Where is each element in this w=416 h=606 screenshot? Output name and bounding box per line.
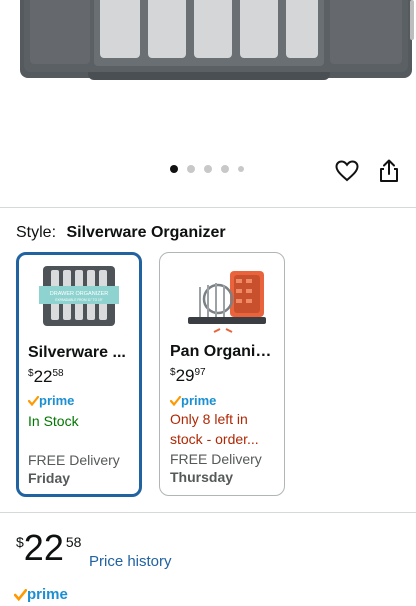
option-price: $2258 xyxy=(28,367,64,387)
carousel-dot[interactable] xyxy=(238,166,244,172)
option-price: $2997 xyxy=(170,366,206,386)
pan-organizer-thumbnail xyxy=(188,271,266,333)
price-fraction: 97 xyxy=(194,367,206,378)
prime-label: prime xyxy=(27,586,68,603)
section-divider xyxy=(0,512,416,513)
image-carousel-dots xyxy=(170,165,244,173)
style-selected-value: Silverware Organizer xyxy=(66,224,226,241)
option-thumbnail: DRAWER ORGANIZER EXPANDABLE FROM 11" TO … xyxy=(19,264,139,334)
heart-icon xyxy=(335,160,359,182)
price-history-link[interactable]: Price history xyxy=(89,553,172,570)
option-title: Pan Organizer xyxy=(170,343,278,360)
option-thumbnail xyxy=(160,263,284,333)
style-selector-label: Style: Silverware Organizer xyxy=(16,224,226,242)
price-currency: $ xyxy=(170,367,176,378)
product-image[interactable] xyxy=(0,0,416,155)
delivery-day: Friday xyxy=(28,470,71,486)
prime-label: prime xyxy=(181,393,217,408)
thumbnail-sublabel: EXPANDABLE FROM 11" TO 19" xyxy=(55,298,102,302)
prime-check-icon xyxy=(14,588,27,601)
carousel-dot[interactable] xyxy=(204,165,212,173)
delivery-text: FREE Delivery xyxy=(28,452,120,468)
option-title: Silverware ... xyxy=(28,344,126,361)
price-whole: 22 xyxy=(23,527,64,568)
share-icon xyxy=(380,159,398,182)
prime-badge: prime xyxy=(28,393,74,408)
prime-check-icon xyxy=(170,395,181,406)
drawer-organizer-image xyxy=(20,0,412,80)
carousel-dot[interactable] xyxy=(221,165,229,173)
prime-badge: prime xyxy=(14,586,68,603)
stock-status-line: stock - order... xyxy=(170,431,259,447)
stock-status-line: Only 8 left in xyxy=(170,411,248,427)
delivery-day: Thursday xyxy=(170,469,234,485)
style-label: Style: xyxy=(16,224,57,241)
style-option-silverware[interactable]: DRAWER ORGANIZER EXPANDABLE FROM 11" TO … xyxy=(16,252,142,497)
price-fraction: 58 xyxy=(52,368,64,379)
style-option-pan-organizer[interactable]: Pan Organizer $2997 prime Only 8 left in… xyxy=(159,252,285,496)
thumbnail-label: DRAWER ORGANIZER xyxy=(50,291,108,297)
share-button[interactable] xyxy=(376,158,402,184)
silverware-organizer-thumbnail: DRAWER ORGANIZER EXPANDABLE FROM 11" TO … xyxy=(39,266,119,326)
prime-badge: prime xyxy=(170,393,216,408)
price-currency: $ xyxy=(28,368,34,379)
price-fraction: 58 xyxy=(65,534,82,550)
stock-status: Only 8 left in stock - order... xyxy=(170,409,280,449)
scrollbar[interactable] xyxy=(410,0,414,40)
buybox-price: $ 22 58 xyxy=(16,530,81,566)
carousel-dot[interactable] xyxy=(187,165,195,173)
price-whole: 29 xyxy=(175,366,195,385)
price-currency: $ xyxy=(16,534,24,550)
delivery-text: FREE Delivery xyxy=(170,451,262,467)
price-whole: 22 xyxy=(33,367,53,386)
stock-status: In Stock xyxy=(28,413,79,429)
prime-check-icon xyxy=(28,395,39,406)
wishlist-button[interactable] xyxy=(334,158,360,184)
carousel-dot[interactable] xyxy=(170,165,178,173)
section-divider xyxy=(0,207,416,208)
prime-label: prime xyxy=(39,393,75,408)
